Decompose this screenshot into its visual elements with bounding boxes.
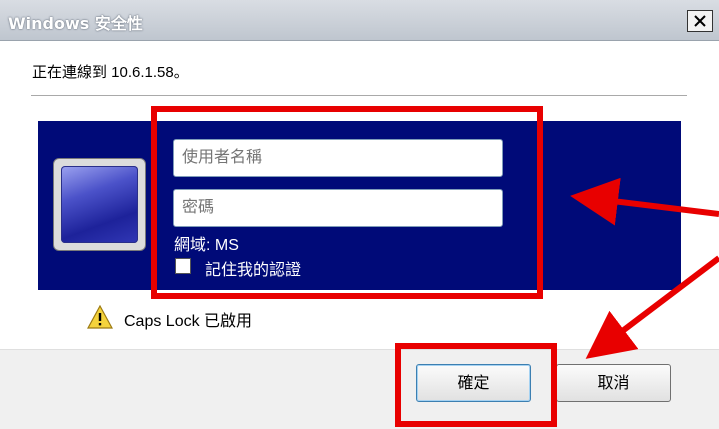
warning-icon	[87, 305, 113, 329]
annotation-box-ok	[395, 343, 557, 427]
user-icon	[61, 166, 138, 243]
caps-lock-warning: Caps Lock 已啟用	[124, 313, 253, 330]
connecting-text: 正在連線到 10.6.1.58。	[32, 64, 189, 81]
annotation-box-credentials	[151, 106, 543, 299]
user-avatar-tile	[53, 158, 146, 251]
close-icon	[694, 15, 706, 27]
close-button[interactable]	[687, 10, 713, 32]
dialog-title: Windows 安全性	[8, 14, 143, 33]
divider	[31, 95, 687, 96]
title-bar: Windows 安全性	[0, 0, 719, 41]
cancel-button[interactable]: 取消	[556, 364, 671, 402]
